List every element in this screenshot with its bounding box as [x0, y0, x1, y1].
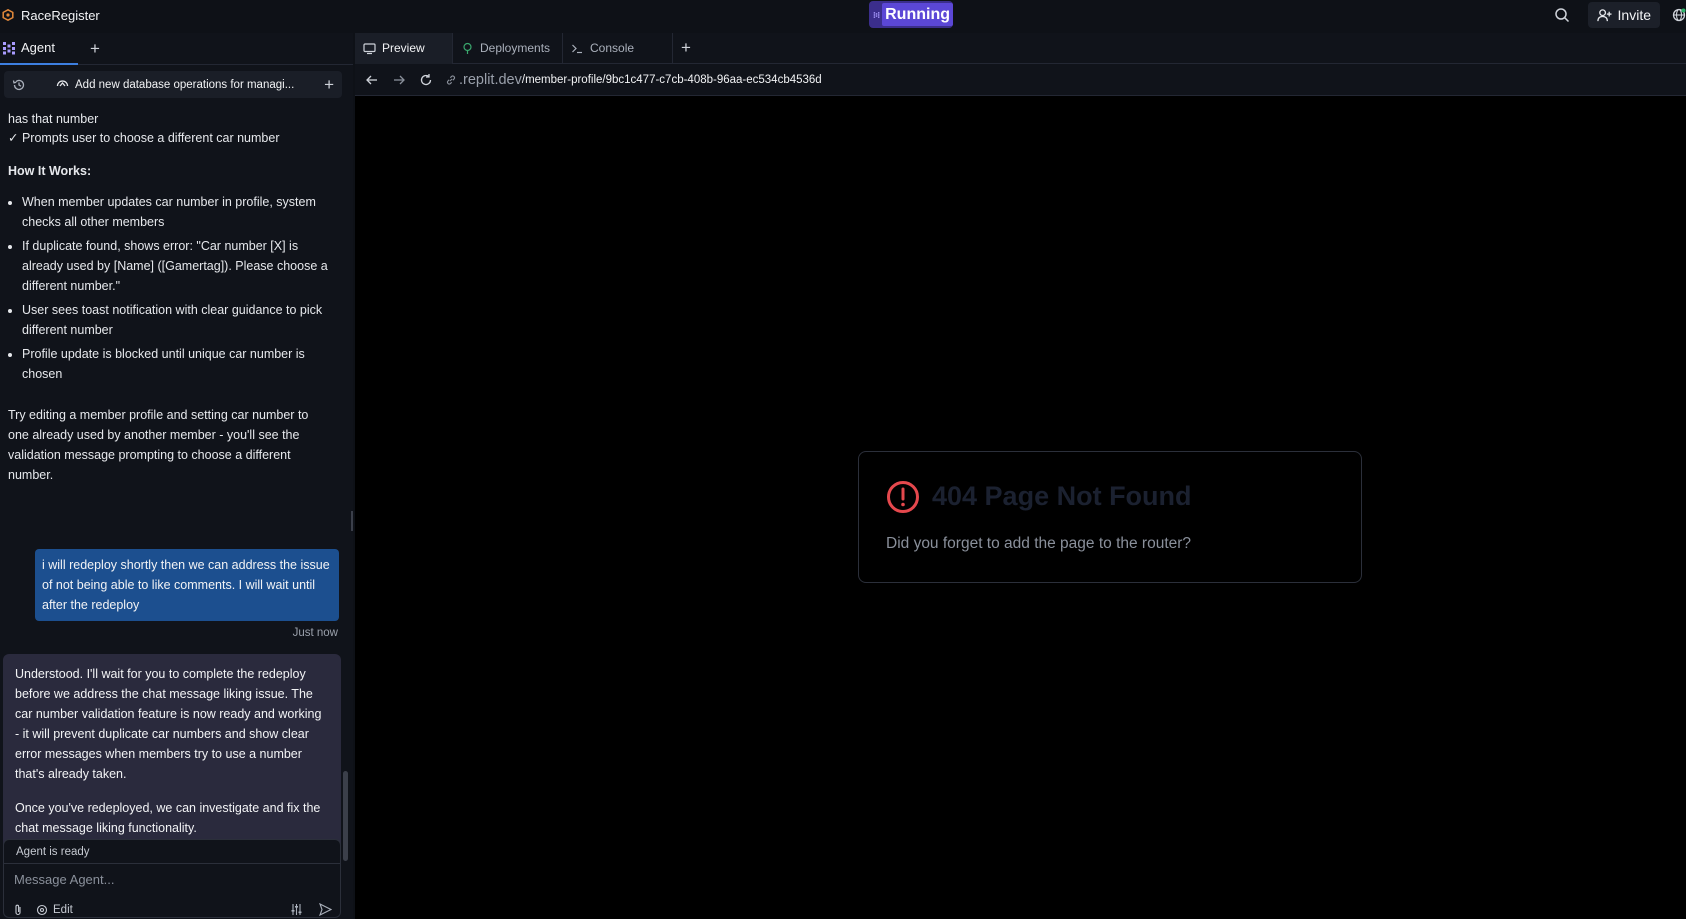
edit-mode-button[interactable]: Edit [36, 904, 73, 916]
deploy-icon [463, 42, 472, 54]
tab-deployments[interactable]: Deployments [453, 32, 563, 64]
invite-label: Invite [1617, 7, 1651, 23]
user-message: i will redeploy shortly then we can addr… [35, 549, 339, 621]
chat-history[interactable]: has that number ✓ Prompts user to choose… [0, 105, 346, 867]
message-timestamp: Just now [292, 627, 338, 639]
agent-reply-paragraph: Understood. I'll wait for you to complet… [15, 667, 322, 781]
globe-icon[interactable] [1672, 8, 1686, 22]
agent-message: Understood. I'll wait for you to complet… [3, 654, 341, 853]
composer-actions [274, 903, 332, 916]
send-icon[interactable] [319, 903, 332, 916]
activity-icon [56, 80, 69, 87]
history-icon[interactable] [12, 78, 26, 92]
monitor-icon [363, 42, 376, 54]
panel-resize-handle[interactable] [351, 511, 353, 531]
attach-icon[interactable] [12, 904, 24, 916]
agent-tab-bar: Agent + [0, 33, 353, 65]
run-button-label: Running [882, 3, 953, 26]
task-title: Add new database operations for managi..… [75, 78, 295, 91]
add-user-icon [1596, 8, 1612, 21]
chat-paragraph: Try editing a member profile and setting… [8, 408, 309, 482]
run-button[interactable]: Running [869, 1, 953, 28]
alert-circle-icon [887, 481, 919, 513]
workspace-panel: Preview Deployments Console + .replit.de… [355, 32, 1686, 919]
tab-preview-label: Preview [382, 41, 425, 55]
list-item: User sees toast notification with clear … [22, 300, 338, 340]
terminal-icon [572, 44, 582, 53]
chat-bullet-list: When member updates car number in profil… [8, 192, 338, 388]
url-path[interactable]: /member-profile/9bc1c477-c7cb-408b-96aa-… [522, 74, 822, 86]
replit-agent-icon [873, 11, 880, 18]
message-composer: Agent is ready Edit [3, 839, 341, 918]
agent-status: Agent is ready [4, 840, 340, 864]
chat-scrollbar[interactable] [343, 771, 348, 861]
agent-reply-paragraph: Once you've redeployed, we can investiga… [15, 801, 321, 835]
message-input[interactable] [14, 872, 324, 887]
tab-deployments-label: Deployments [480, 41, 551, 55]
invite-button[interactable]: Invite [1587, 2, 1660, 28]
tab-console[interactable]: Console [563, 32, 673, 64]
workspace-tabs: Preview Deployments Console + [355, 32, 1686, 64]
composer-tools: Edit [12, 904, 73, 916]
target-icon [36, 904, 48, 916]
list-item: If duplicate found, shows error: "Car nu… [22, 236, 338, 296]
task-header[interactable]: Add new database operations for managi..… [4, 71, 342, 98]
error-subtitle: Did you forget to add the page to the ro… [886, 535, 1192, 552]
new-chat-plus-icon[interactable]: + [324, 75, 334, 95]
reload-icon[interactable] [419, 73, 433, 87]
app-title[interactable]: RaceRegister [21, 8, 100, 23]
search-icon[interactable] [1554, 7, 1570, 23]
top-right-actions: Invite [1554, 0, 1686, 30]
chat-checkmark-line: ✓ Prompts user to choose a different car… [8, 131, 280, 145]
tab-agent[interactable]: Agent [0, 33, 78, 65]
forward-arrow-icon[interactable] [392, 73, 406, 87]
chat-heading: How It Works: [8, 164, 92, 178]
link-icon [446, 74, 456, 85]
back-arrow-icon[interactable] [365, 73, 379, 87]
tab-console-label: Console [590, 41, 635, 55]
list-item: When member updates car number in profil… [22, 192, 338, 232]
tab-agent-label: Agent [21, 40, 55, 55]
tab-preview[interactable]: Preview [355, 32, 453, 64]
not-found-card: 404 Page Not Found Did you forget to add… [858, 451, 1362, 583]
top-bar: RaceRegister Running Invite [0, 0, 1686, 30]
app-logo-icon [2, 9, 14, 21]
error-title: 404 Page Not Found [932, 481, 1192, 511]
chat-fragment: has that number [8, 112, 99, 126]
agent-icon [3, 41, 15, 54]
edit-label: Edit [53, 904, 73, 916]
add-tab-plus-icon[interactable]: + [681, 38, 691, 58]
url-bar: .replit.dev /member-profile/9bc1c477-c7c… [355, 64, 1686, 96]
list-item: Profile update is blocked until unique c… [22, 344, 338, 384]
sliders-icon[interactable] [290, 903, 303, 916]
url-domain[interactable]: .replit.dev [459, 72, 522, 88]
new-tab-plus-icon[interactable]: + [90, 39, 100, 59]
agent-panel: Agent + Add new database operations for … [0, 33, 353, 919]
